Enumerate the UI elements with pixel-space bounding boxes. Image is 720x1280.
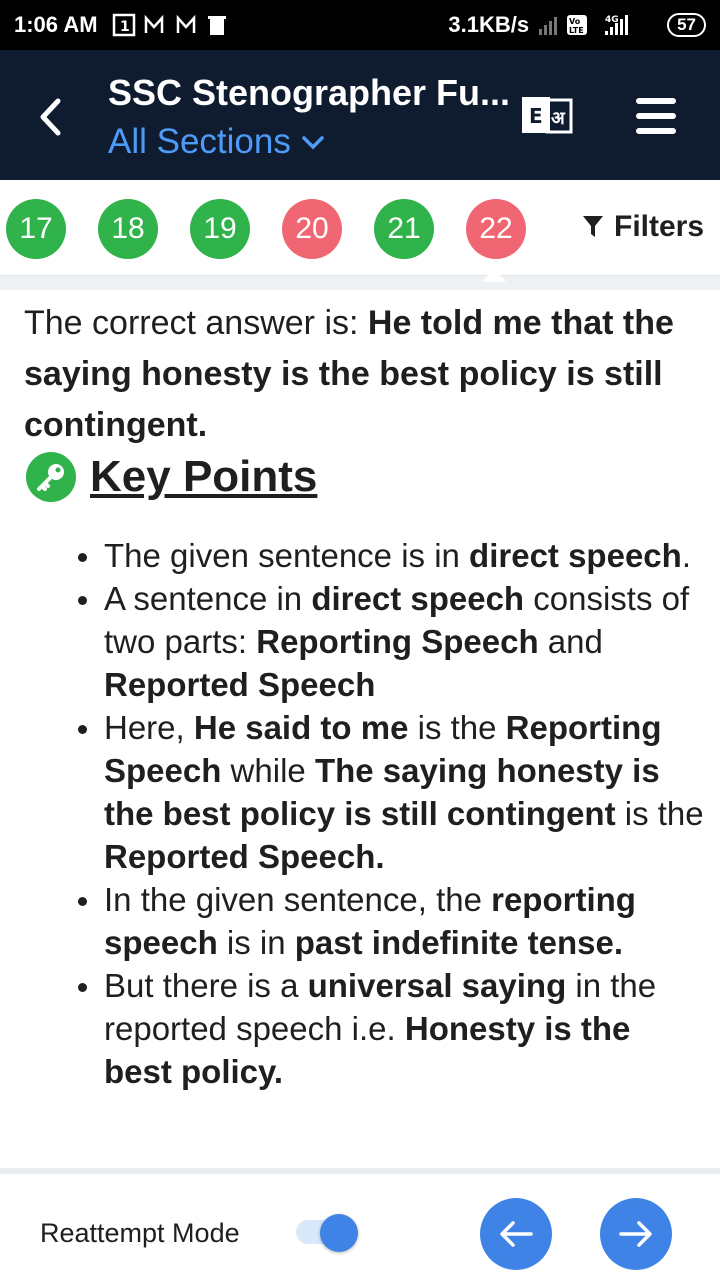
- notification-icons: 1: [112, 12, 232, 38]
- key-point-text: A sentence in: [104, 580, 312, 617]
- back-button[interactable]: [30, 92, 70, 142]
- app-header: SSC Stenographer Fu... All Sections E अ: [0, 50, 720, 180]
- status-bar: 1:06 AM 1 3.1KB/s Vo LTE 4G 57: [0, 0, 720, 50]
- key-point-emphasis: universal saying: [307, 967, 567, 1004]
- reattempt-mode-label: Reattempt Mode: [40, 1218, 240, 1248]
- question-number-20[interactable]: 20: [282, 199, 342, 259]
- status-time: 1:06 AM: [14, 12, 98, 37]
- section-dropdown[interactable]: All Sections: [108, 122, 325, 162]
- key-icon: [26, 452, 76, 502]
- solution-panel[interactable]: The correct answer is: He told me that t…: [0, 290, 720, 1168]
- key-point-emphasis: Reported Speech: [104, 666, 376, 703]
- key-point-text: But there is a: [104, 967, 308, 1004]
- key-point-item: The given sentence is in direct speech.: [78, 534, 704, 577]
- correct-answer-text: The correct answer is: He told me that t…: [24, 298, 694, 451]
- key-points-heading: Key Points: [26, 452, 317, 502]
- filters-button[interactable]: Filters: [582, 210, 704, 244]
- language-icon: E अ: [522, 97, 573, 134]
- question-number-21[interactable]: 21: [374, 199, 434, 259]
- key-points-title: Key Points: [90, 452, 318, 501]
- reattempt-mode-toggle[interactable]: [296, 1214, 358, 1252]
- divider: [0, 276, 720, 290]
- key-point-emphasis: Reporting Speech: [256, 623, 539, 660]
- key-point-item: In the given sentence, the reporting spe…: [78, 878, 704, 964]
- key-point-emphasis: direct speech: [311, 580, 525, 617]
- svg-text:Vo: Vo: [569, 17, 581, 26]
- battery-indicator: 57: [667, 13, 706, 37]
- arrow-left-icon: [500, 1221, 533, 1247]
- next-question-button[interactable]: [600, 1198, 672, 1270]
- signal-icons: Vo LTE 4G: [539, 11, 657, 39]
- chevron-down-icon: [302, 136, 324, 150]
- language-toggle-button[interactable]: E अ: [521, 96, 573, 136]
- current-question-pointer: [482, 268, 506, 282]
- key-point-text: .: [681, 537, 691, 574]
- previous-question-button[interactable]: [480, 1198, 552, 1270]
- key-point-text: The given sentence is in: [104, 537, 470, 574]
- key-point-item: A sentence in direct speech consists of …: [78, 577, 704, 706]
- key-point-text: In the given sentence, the: [104, 881, 492, 918]
- question-number-17[interactable]: 17: [6, 199, 66, 259]
- question-number-19[interactable]: 19: [190, 199, 250, 259]
- key-point-text: Here,: [104, 709, 194, 746]
- key-point-item: But there is a universal saying in the r…: [78, 964, 704, 1093]
- filter-icon: [583, 216, 603, 237]
- key-points-list: The given sentence is in direct speech. A…: [78, 534, 704, 1093]
- svg-text:अ: अ: [551, 108, 566, 129]
- key-point-text: is the: [615, 795, 704, 832]
- hamburger-menu-icon[interactable]: [636, 98, 676, 134]
- chevron-left-icon: [40, 98, 61, 136]
- arrow-right-icon: [619, 1221, 652, 1247]
- question-number-22[interactable]: 22: [466, 199, 526, 259]
- test-title: SSC Stenographer Fu...: [108, 72, 511, 113]
- key-point-emphasis: direct speech: [469, 537, 682, 574]
- key-point-item: Here, He said to me is the Reporting Spe…: [78, 706, 704, 878]
- svg-text:1: 1: [120, 19, 130, 35]
- key-point-emphasis: He said to me: [193, 709, 409, 746]
- svg-text:E: E: [529, 104, 543, 128]
- filters-label: Filters: [614, 210, 705, 243]
- svg-text:LTE: LTE: [569, 26, 584, 35]
- question-number-18[interactable]: 18: [98, 199, 158, 259]
- question-navigator: 17 18 19 20 21 22 Filters: [0, 180, 720, 276]
- net-speed: 3.1KB/s: [448, 12, 530, 37]
- key-point-text: is in: [217, 924, 295, 961]
- key-point-text: while: [221, 752, 315, 789]
- key-point-text: is the: [408, 709, 506, 746]
- section-dropdown-label: All Sections: [108, 122, 291, 161]
- key-point-emphasis: past indefinite tense.: [294, 924, 623, 961]
- key-point-text: and: [538, 623, 603, 660]
- answer-prefix: The correct answer is:: [24, 304, 368, 342]
- bottom-bar: Reattempt Mode: [0, 1168, 720, 1280]
- key-point-emphasis: Reported Speech.: [104, 838, 385, 875]
